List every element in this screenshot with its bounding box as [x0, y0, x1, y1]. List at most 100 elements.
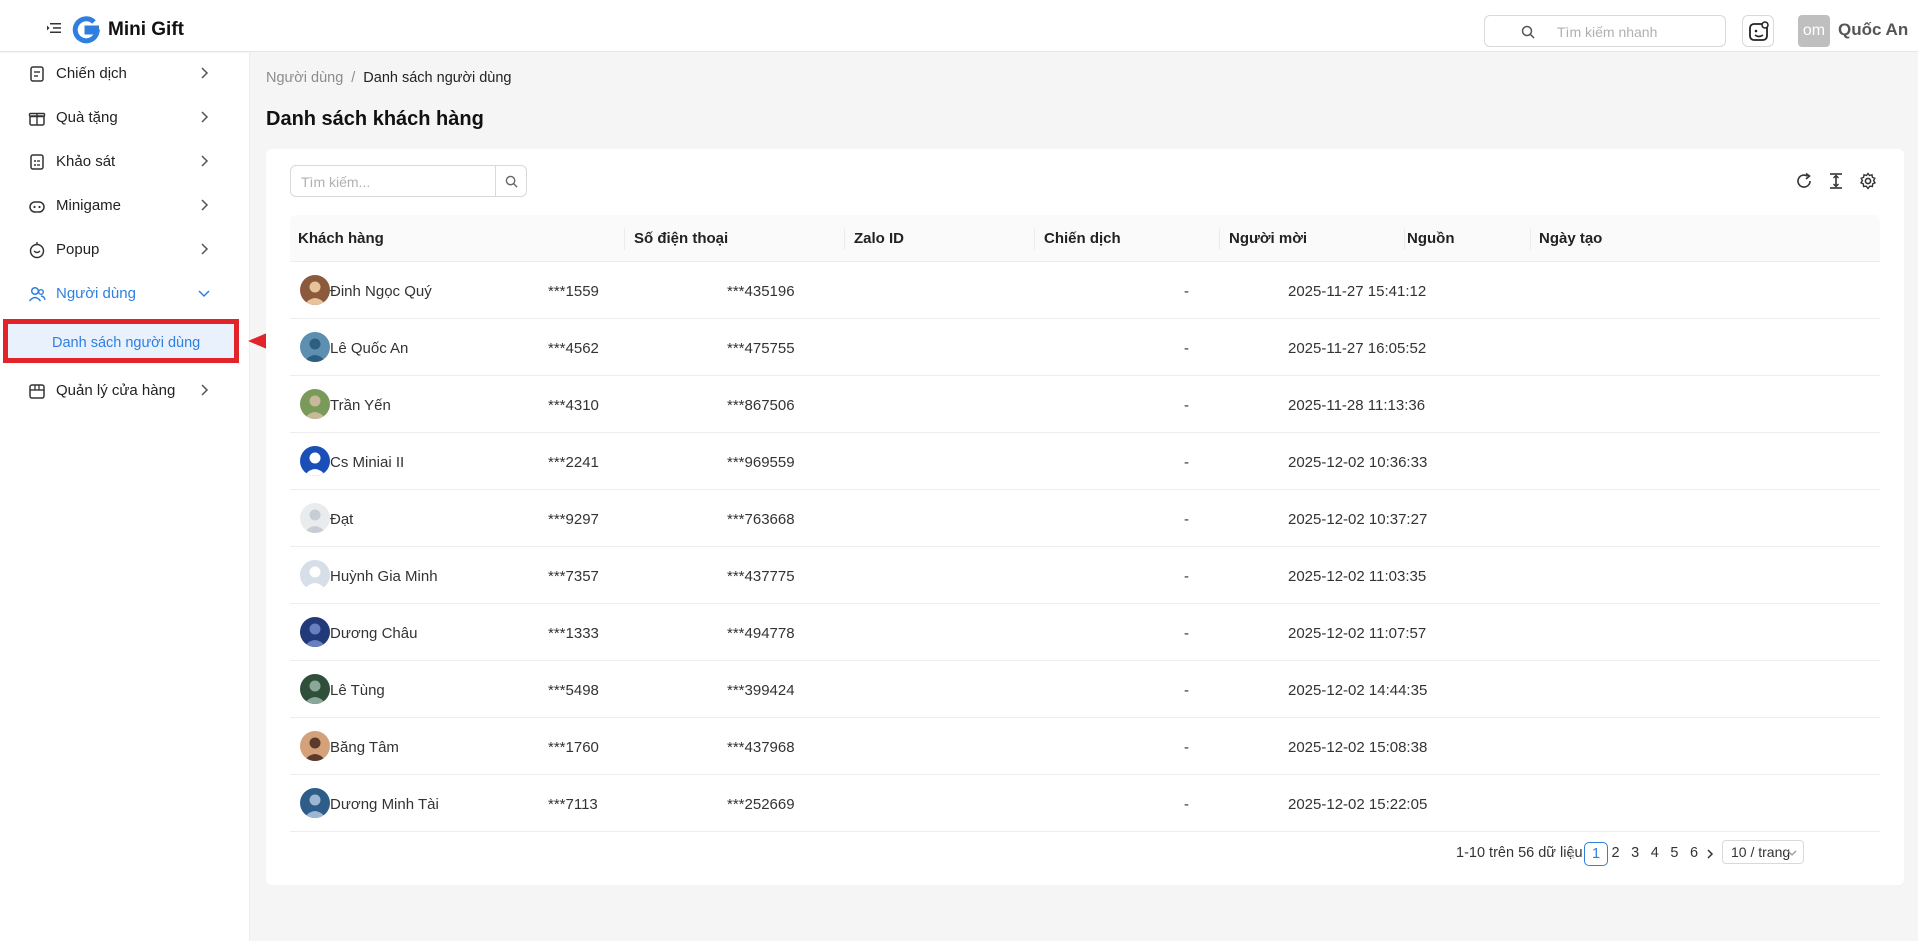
- phone-number-cell: ***5498: [548, 682, 599, 699]
- phone-number-cell: ***2241: [548, 454, 599, 471]
- created-at-cell: 2025-12-02 10:36:33: [1288, 454, 1428, 471]
- sidebar-subitem-user-list[interactable]: Danh sách người dùng: [6, 324, 236, 362]
- column-header-campaign[interactable]: Chiến dịch: [1044, 230, 1121, 247]
- search-icon: [1521, 25, 1535, 39]
- breadcrumb-parent[interactable]: Người dùng: [266, 70, 343, 86]
- sidebar-item-label: Quản lý cửa hàng: [56, 382, 176, 399]
- quick-search[interactable]: [1484, 15, 1726, 47]
- table-row[interactable]: Lê Tùng ***5498 ***399424 - 2025-12-02 14:44…: [290, 661, 1880, 718]
- zalo-id-cell: ***969559: [727, 454, 795, 471]
- column-header-inviter[interactable]: Người mời: [1229, 230, 1307, 247]
- table-search-input[interactable]: [301, 172, 487, 192]
- chevron-down-icon: [1787, 850, 1797, 856]
- reload-icon[interactable]: [1794, 171, 1814, 191]
- sidebar-item-popup[interactable]: Popup: [0, 229, 250, 269]
- page-size-value: 10 / trang: [1731, 844, 1791, 860]
- source-cell: -: [1184, 682, 1189, 699]
- table-row[interactable]: Lê Quốc An ***4562 ***475755 - 2025-11-27 16…: [290, 319, 1880, 376]
- chevron-down-icon: [198, 290, 210, 298]
- phone-number-cell: ***4310: [548, 397, 599, 414]
- sidebar-item-campaign[interactable]: Chiến dịch: [0, 53, 250, 93]
- quick-search-input[interactable]: [1557, 22, 1717, 42]
- table-row[interactable]: Dương Châu ***1333 ***494778 - 2025-12-02 11…: [290, 604, 1880, 661]
- zalo-id-cell: ***252669: [727, 796, 795, 813]
- created-at-cell: 2025-12-02 11:03:35: [1288, 568, 1427, 585]
- users-icon: [28, 286, 46, 302]
- source-cell: -: [1184, 739, 1189, 756]
- column-header-created-at[interactable]: Ngày tạo: [1539, 230, 1602, 247]
- customer-avatar: [300, 389, 330, 419]
- chevron-right-icon: [201, 67, 209, 79]
- pagination-prev-icon[interactable]: [1566, 848, 1578, 860]
- sidebar-item-label: Người dùng: [56, 285, 136, 302]
- zalo-id-cell: ***399424: [727, 682, 795, 699]
- table-row[interactable]: Huỳnh Gia Minh ***7357 ***437775 - 2025-12-0…: [290, 547, 1880, 604]
- chatbot-button[interactable]: [1742, 15, 1774, 47]
- zalo-id-cell: ***435196: [727, 283, 795, 300]
- phone-number-cell: ***4562: [548, 340, 599, 357]
- chevron-right-icon: [201, 111, 209, 123]
- zalo-id-cell: ***437775: [727, 568, 795, 585]
- phone-number-cell: ***1760: [548, 739, 599, 756]
- table-row[interactable]: Đạt ***9297 ***763668 - 2025-12-02 10:37:27: [290, 490, 1880, 547]
- customer-name-cell: Cs Miniai II: [330, 454, 405, 471]
- chevron-right-icon: [201, 384, 209, 396]
- chevron-right-icon: [201, 243, 209, 255]
- user-name[interactable]: Quốc An: [1838, 20, 1908, 40]
- sidebar-item-survey[interactable]: Khảo sát: [0, 141, 250, 181]
- zalo-id-cell: ***494778: [727, 625, 795, 642]
- source-cell: -: [1184, 340, 1189, 357]
- column-header-phone[interactable]: Số điện thoại: [634, 230, 728, 247]
- table-row[interactable]: Dương Minh Tài ***7113 ***252669 - 2025-12-0…: [290, 775, 1880, 832]
- logo-icon[interactable]: [70, 14, 102, 46]
- sidebar-item-label: Minigame: [56, 197, 122, 214]
- customer-name-cell: Băng Tâm: [330, 739, 399, 756]
- customer-name-cell: Lê Tùng: [330, 682, 385, 699]
- sidebar-item-users[interactable]: Người dùng: [0, 273, 250, 313]
- sidebar-item-gifts[interactable]: Quà tặng: [0, 97, 250, 137]
- table-card: Khách hàng Số điện thoại Zalo ID Chiến d…: [266, 149, 1904, 885]
- pagination-next-icon[interactable]: [1704, 848, 1716, 860]
- pagination-total: 1-10 trên 56 dữ liệu: [1456, 845, 1583, 861]
- sidebar-item-store-management[interactable]: Quản lý cửa hàng: [0, 370, 250, 410]
- customer-avatar: [300, 503, 330, 533]
- menu-toggle-icon[interactable]: [47, 22, 61, 34]
- user-avatar[interactable]: om: [1798, 15, 1830, 47]
- column-header-customer[interactable]: Khách hàng: [298, 230, 384, 247]
- table-body: Đinh Ngọc Quý ***1559 ***435196 - 2025-11-27…: [290, 262, 1880, 832]
- pagination-page-6[interactable]: 6: [1682, 842, 1706, 866]
- breadcrumb-separator: /: [351, 70, 356, 86]
- customer-avatar: [300, 674, 330, 704]
- sidebar-item-label: Quà tặng: [56, 109, 118, 126]
- page-title: Danh sách khách hàng: [266, 108, 484, 130]
- customer-avatar: [300, 788, 330, 818]
- customer-avatar: [300, 560, 330, 590]
- column-header-zalo-id[interactable]: Zalo ID: [854, 230, 904, 247]
- zalo-id-cell: ***437968: [727, 739, 795, 756]
- sidebar-item-minigame[interactable]: Minigame: [0, 185, 250, 225]
- created-at-cell: 2025-12-02 14:44:35: [1288, 682, 1428, 699]
- table-row[interactable]: Băng Tâm ***1760 ***437968 - 2025-12-02 15:0…: [290, 718, 1880, 775]
- top-header: Mini Gift om Quốc An: [0, 0, 1918, 52]
- phone-number-cell: ***1559: [548, 283, 599, 300]
- customer-name-cell: Dương Châu: [330, 625, 418, 642]
- chatbot-icon: [1749, 21, 1769, 41]
- page-size-select[interactable]: 10 / trang: [1722, 840, 1804, 864]
- table-search[interactable]: [290, 165, 496, 197]
- created-at-cell: 2025-11-27 15:41:12: [1288, 283, 1427, 300]
- column-header-source[interactable]: Nguồn: [1407, 230, 1454, 247]
- customer-avatar: [300, 446, 330, 476]
- table-row[interactable]: Đinh Ngọc Quý ***1559 ***435196 - 2025-11-27…: [290, 262, 1880, 319]
- zalo-id-cell: ***763668: [727, 511, 795, 528]
- created-at-cell: 2025-12-02 11:07:57: [1288, 625, 1427, 642]
- table-row[interactable]: Cs Miniai II ***2241 ***969559 - 2025-12-02 …: [290, 433, 1880, 490]
- source-cell: -: [1184, 283, 1189, 300]
- customer-avatar: [300, 731, 330, 761]
- column-height-icon[interactable]: [1826, 171, 1846, 191]
- brand-name: Mini Gift: [108, 19, 184, 40]
- table-search-button[interactable]: [495, 165, 527, 197]
- settings-gear-icon[interactable]: [1858, 171, 1878, 191]
- source-cell: -: [1184, 625, 1189, 642]
- created-at-cell: 2025-12-02 10:37:27: [1288, 511, 1428, 528]
- table-row[interactable]: Trần Yến ***4310 ***867506 - 2025-11-28 11:1…: [290, 376, 1880, 433]
